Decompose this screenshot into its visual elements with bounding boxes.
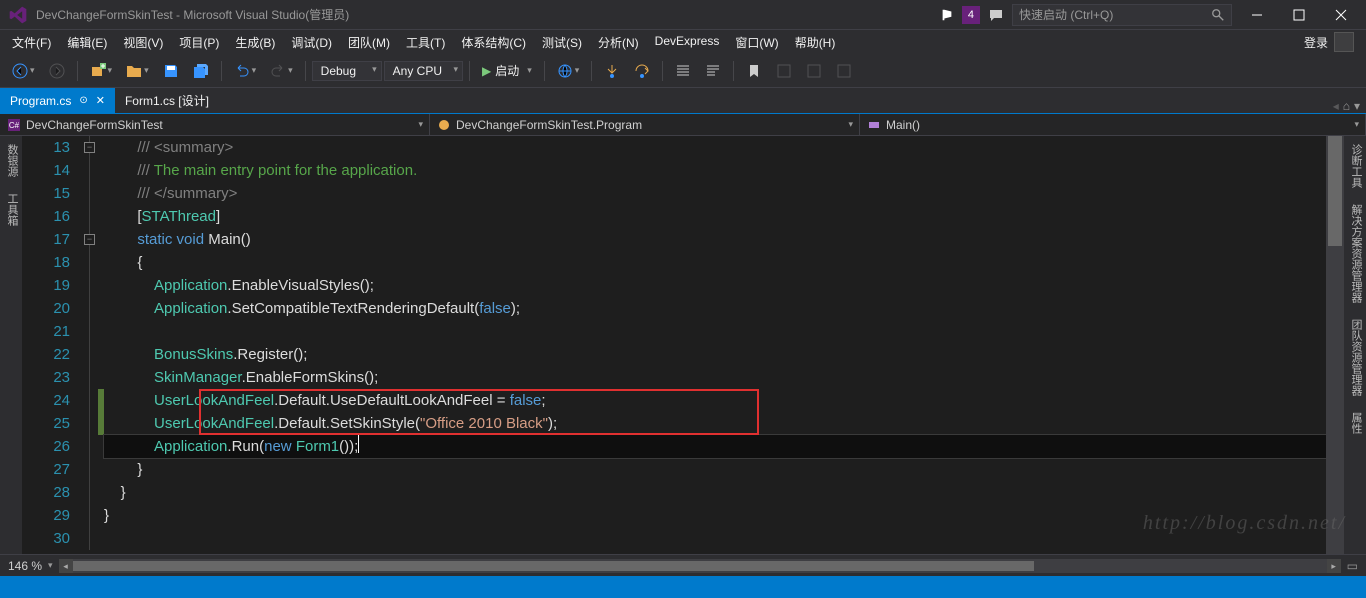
vs-logo-icon <box>8 5 28 25</box>
menu-item[interactable]: 帮助(H) <box>787 32 844 53</box>
save-button[interactable] <box>157 59 185 83</box>
right-tool-rail: 诊断工具解决方案资源管理器团队资源管理器属性 <box>1344 136 1366 554</box>
status-bar <box>0 576 1366 598</box>
start-debug-button[interactable]: ▶启动▾ <box>476 60 538 81</box>
signin-link[interactable]: 登录 <box>1304 34 1328 51</box>
line-number-gutter: 131415161718192021222324252627282930 <box>22 136 82 554</box>
rail-tab[interactable]: 数银源 <box>0 140 22 181</box>
nav-class-dropdown[interactable]: DevChangeFormSkinTest.Program <box>430 114 860 135</box>
menu-item[interactable]: 窗口(W) <box>727 32 786 53</box>
new-project-button[interactable]: ▾ <box>84 59 119 83</box>
nav-forward-button <box>43 59 71 83</box>
step-over-button[interactable] <box>628 59 656 83</box>
menu-item[interactable]: 生成(B) <box>227 32 283 53</box>
comment-out-button[interactable] <box>669 59 697 83</box>
tab-scroll-left-icon[interactable]: ◂ <box>1333 99 1339 113</box>
menu-item[interactable]: 团队(M) <box>340 32 398 53</box>
open-file-button[interactable]: ▾ <box>120 59 155 83</box>
hscroll-left-button[interactable]: ◂ <box>59 559 73 573</box>
search-icon <box>1211 8 1225 22</box>
nav-back-button[interactable]: ▾ <box>6 59 41 83</box>
class-icon <box>438 119 450 131</box>
menu-item[interactable]: 体系结构(C) <box>453 32 534 53</box>
menu-item[interactable]: DevExpress <box>647 32 728 53</box>
menu-item[interactable]: 调试(D) <box>283 32 340 53</box>
bookmark-button[interactable] <box>740 59 768 83</box>
editor-area: 数银源工具箱 131415161718192021222324252627282… <box>0 136 1366 554</box>
minimize-button[interactable] <box>1240 2 1274 28</box>
feedback-icon[interactable] <box>988 7 1004 23</box>
editor-bottom-bar: 146 % ◂ ▸ ▭ <box>0 554 1366 576</box>
hscroll-thumb[interactable] <box>73 561 1035 571</box>
rail-tab[interactable]: 工具箱 <box>0 189 22 230</box>
svg-text:C#: C# <box>9 121 20 130</box>
close-icon[interactable]: ✕ <box>96 94 105 107</box>
code-text-area[interactable]: /// <summary> /// The main entry point f… <box>104 136 1326 554</box>
quick-launch-input[interactable]: 快速启动 (Ctrl+Q) <box>1012 4 1232 26</box>
rail-tab[interactable]: 属性 <box>1344 408 1366 438</box>
rail-tab[interactable]: 解决方案资源管理器 <box>1344 200 1366 307</box>
tab-dropdown-icon[interactable]: ▾ <box>1354 99 1360 113</box>
document-tab[interactable]: Program.cs⊙✕ <box>0 88 115 113</box>
horizontal-scrollbar[interactable]: ◂ ▸ <box>59 559 1341 573</box>
platform-dropdown[interactable]: Any CPU <box>384 61 463 81</box>
config-dropdown[interactable]: Debug <box>312 61 382 81</box>
csharp-project-icon: C# <box>8 119 20 131</box>
maximize-button[interactable] <box>1282 2 1316 28</box>
method-icon <box>868 119 880 131</box>
quick-launch-placeholder: 快速启动 (Ctrl+Q) <box>1019 6 1113 23</box>
step-into-button[interactable] <box>598 59 626 83</box>
avatar-icon[interactable] <box>1334 32 1354 52</box>
close-button[interactable] <box>1324 2 1358 28</box>
uncomment-button[interactable] <box>699 59 727 83</box>
notification-flag-icon[interactable] <box>940 8 954 22</box>
menu-item[interactable]: 项目(P) <box>171 32 227 53</box>
menu-item[interactable]: 工具(T) <box>398 32 453 53</box>
menu-bar: 文件(F)编辑(E)视图(V)项目(P)生成(B)调试(D)团队(M)工具(T)… <box>0 30 1366 54</box>
toolbar: ▾ ▾ ▾ ▾ ▾ Debug Any CPU ▶启动▾ ▾ <box>0 54 1366 88</box>
zoom-dropdown[interactable]: 146 % <box>8 559 53 573</box>
document-tabs: Program.cs⊙✕Form1.cs [设计] ◂ ⌂ ▾ <box>0 88 1366 114</box>
pin-icon[interactable]: ⊙ <box>79 95 87 106</box>
tb-btn-dim3 <box>830 59 858 83</box>
save-all-button[interactable] <box>187 59 215 83</box>
tb-btn-dim1 <box>770 59 798 83</box>
menu-item[interactable]: 测试(S) <box>534 32 590 53</box>
outline-column[interactable]: − − <box>82 136 98 554</box>
nav-member-dropdown[interactable]: Main() <box>860 114 1366 135</box>
scroll-thumb[interactable] <box>1328 136 1342 246</box>
left-tool-rail: 数银源工具箱 <box>0 136 22 554</box>
tb-btn-dim2 <box>800 59 828 83</box>
window-title: DevChangeFormSkinTest - Microsoft Visual… <box>36 6 940 23</box>
outline-collapse-icon[interactable]: − <box>84 234 95 245</box>
redo-button: ▾ <box>264 59 299 83</box>
title-bar: DevChangeFormSkinTest - Microsoft Visual… <box>0 0 1366 30</box>
menu-item[interactable]: 文件(F) <box>4 32 59 53</box>
hscroll-right-button[interactable]: ▸ <box>1327 559 1341 573</box>
undo-button[interactable]: ▾ <box>228 59 263 83</box>
code-navigation-bar: C# DevChangeFormSkinTest DevChangeFormSk… <box>0 114 1366 136</box>
rail-tab[interactable]: 诊断工具 <box>1344 140 1366 192</box>
menu-item[interactable]: 视图(V) <box>115 32 171 53</box>
split-icon[interactable]: ▭ <box>1347 559 1358 573</box>
vertical-scrollbar[interactable] <box>1326 136 1344 554</box>
watermark-text: http://blog.csdn.net/ <box>1143 512 1346 535</box>
outline-collapse-icon[interactable]: − <box>84 142 95 153</box>
browser-link-button[interactable]: ▾ <box>551 59 586 83</box>
menu-item[interactable]: 分析(N) <box>590 32 647 53</box>
menu-item[interactable]: 编辑(E) <box>59 32 115 53</box>
code-editor[interactable]: 131415161718192021222324252627282930 − −… <box>22 136 1326 554</box>
tab-home-icon[interactable]: ⌂ <box>1343 99 1350 113</box>
document-tab[interactable]: Form1.cs [设计] <box>115 88 219 113</box>
notification-count[interactable]: 4 <box>962 6 980 24</box>
rail-tab[interactable]: 团队资源管理器 <box>1344 315 1366 400</box>
nav-project-dropdown[interactable]: C# DevChangeFormSkinTest <box>0 114 430 135</box>
red-highlight-box <box>199 389 759 435</box>
